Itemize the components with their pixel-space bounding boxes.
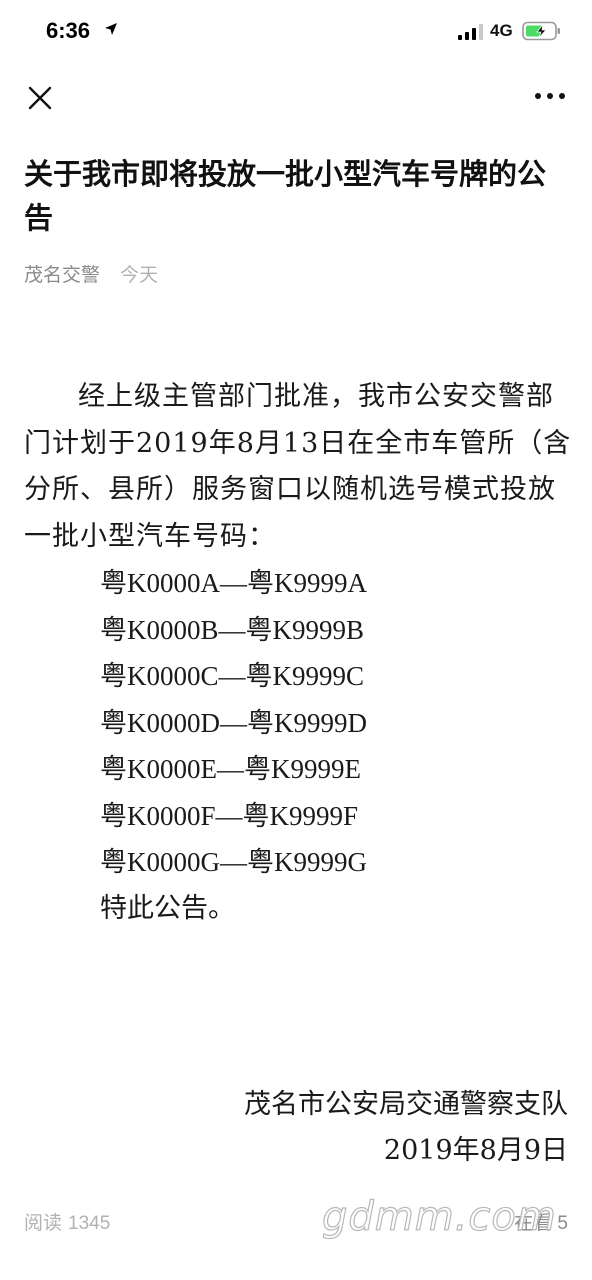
article-body: 经上级主管部门批准，我市公安交警部门计划于2019年8月13日在全市车管所（含分…	[24, 374, 572, 932]
closing-text: 特此公告。	[100, 892, 235, 924]
body-paragraph: 经上级主管部门批准，我市公安交警部门计划于2019年8月13日在全市车管所（含分…	[24, 381, 572, 552]
network-type: 4G	[490, 21, 513, 40]
signature-date: 2019年8月9日	[383, 1135, 568, 1166]
signal-icon	[458, 24, 483, 40]
status-time: 6:36	[46, 18, 91, 43]
account-name[interactable]: 茂名交警	[24, 264, 100, 286]
article-meta: 茂名交警 今天	[24, 260, 158, 287]
plate-range: 粤K0000D—粤K9999D	[100, 707, 367, 738]
plate-range: 粤K0000F—粤K9999F	[100, 800, 359, 831]
article-title: 关于我市即将投放一批小型汽车号牌的公告	[24, 157, 547, 235]
more-icon[interactable]	[532, 84, 568, 108]
location-arrow-icon	[105, 23, 117, 35]
signature-org: 茂名市公安局交通警察支队	[244, 1089, 568, 1120]
read-label: 阅读	[24, 1213, 63, 1234]
read-number: 1345	[68, 1213, 111, 1234]
plate-range: 粤K0000E—粤K9999E	[100, 754, 361, 784]
battery-charging-icon	[522, 21, 560, 41]
read-count: 阅读 1345	[24, 1208, 110, 1235]
close-icon[interactable]	[24, 82, 56, 114]
nav-bar	[0, 64, 592, 128]
signature: 茂名市公安局交通警察支队 2019年8月9日	[244, 1082, 568, 1174]
plate-range: 粤K0000G—粤K9999G	[100, 847, 367, 877]
plate-range: 粤K0000A—粤K9999A	[100, 568, 367, 598]
publish-date: 今天	[120, 264, 159, 286]
plate-range: 粤K0000C—粤K9999C	[100, 661, 365, 691]
plate-range: 粤K0000B—粤K9999B	[100, 614, 365, 645]
status-bar: 6:36 4G	[0, 0, 592, 64]
site-watermark: gdmm.com	[321, 1193, 557, 1240]
plate-list: 粤K0000A—粤K9999A 粤K0000B—粤K9999B 粤K0000C—…	[24, 560, 572, 886]
